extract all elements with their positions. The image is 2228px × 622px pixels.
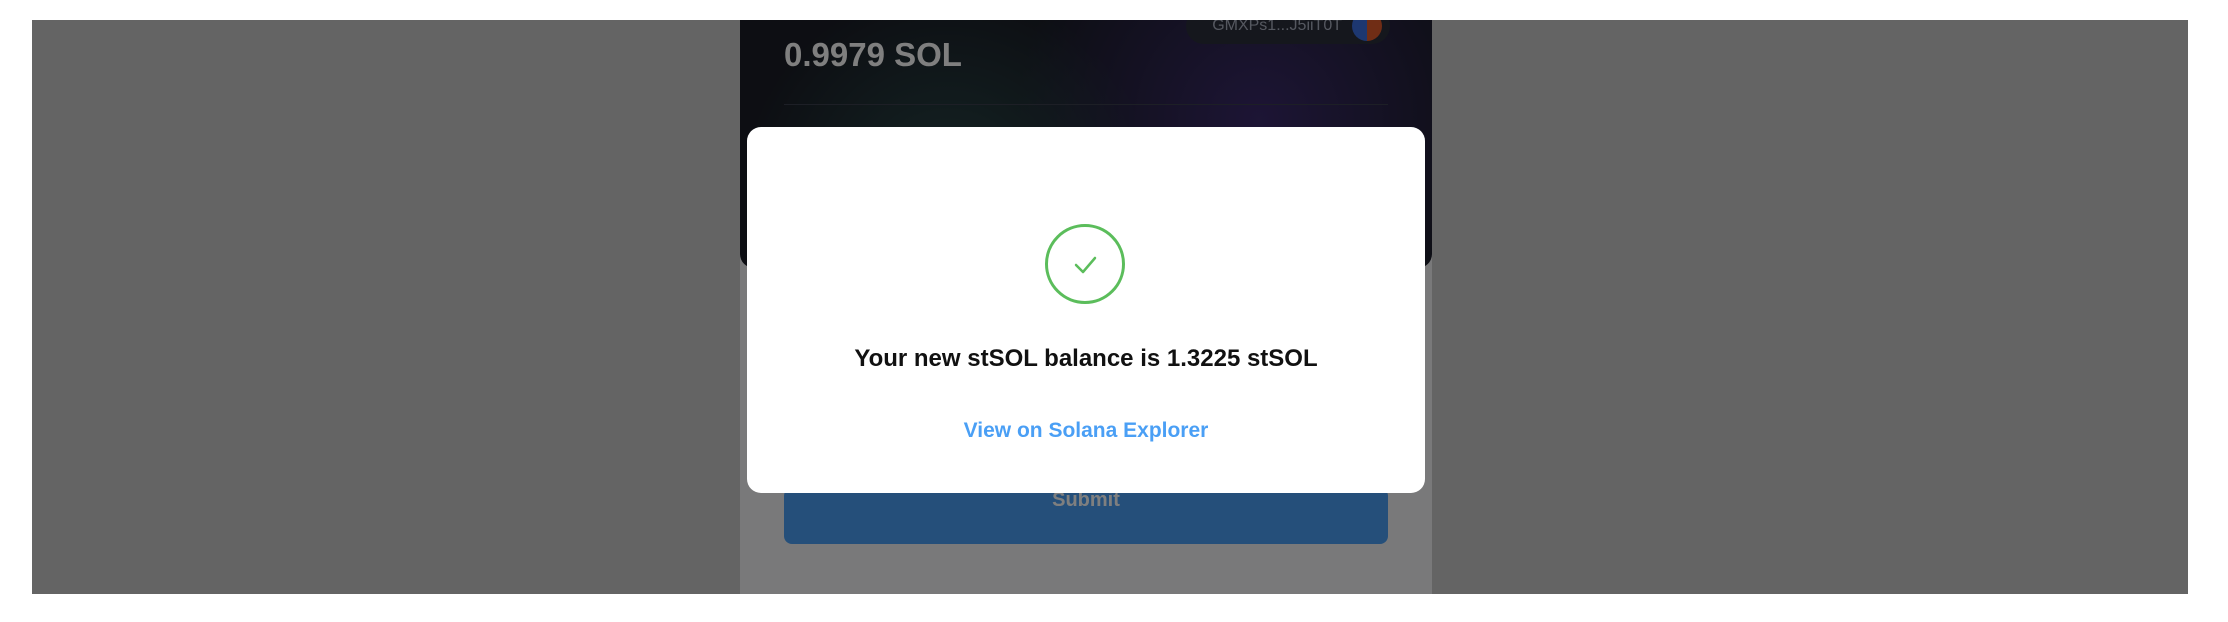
success-message: Your new stSOL balance is 1.3225 stSOL	[854, 345, 1318, 372]
check-circle-icon	[1045, 224, 1125, 304]
success-modal: Your new stSOL balance is 1.3225 stSOL V…	[747, 127, 1425, 493]
view-on-explorer-link[interactable]: View on Solana Explorer	[747, 419, 1425, 443]
app-viewport: GMXPs1...J5iiT0T 0.9979 SOL Submit Your …	[32, 20, 2188, 594]
